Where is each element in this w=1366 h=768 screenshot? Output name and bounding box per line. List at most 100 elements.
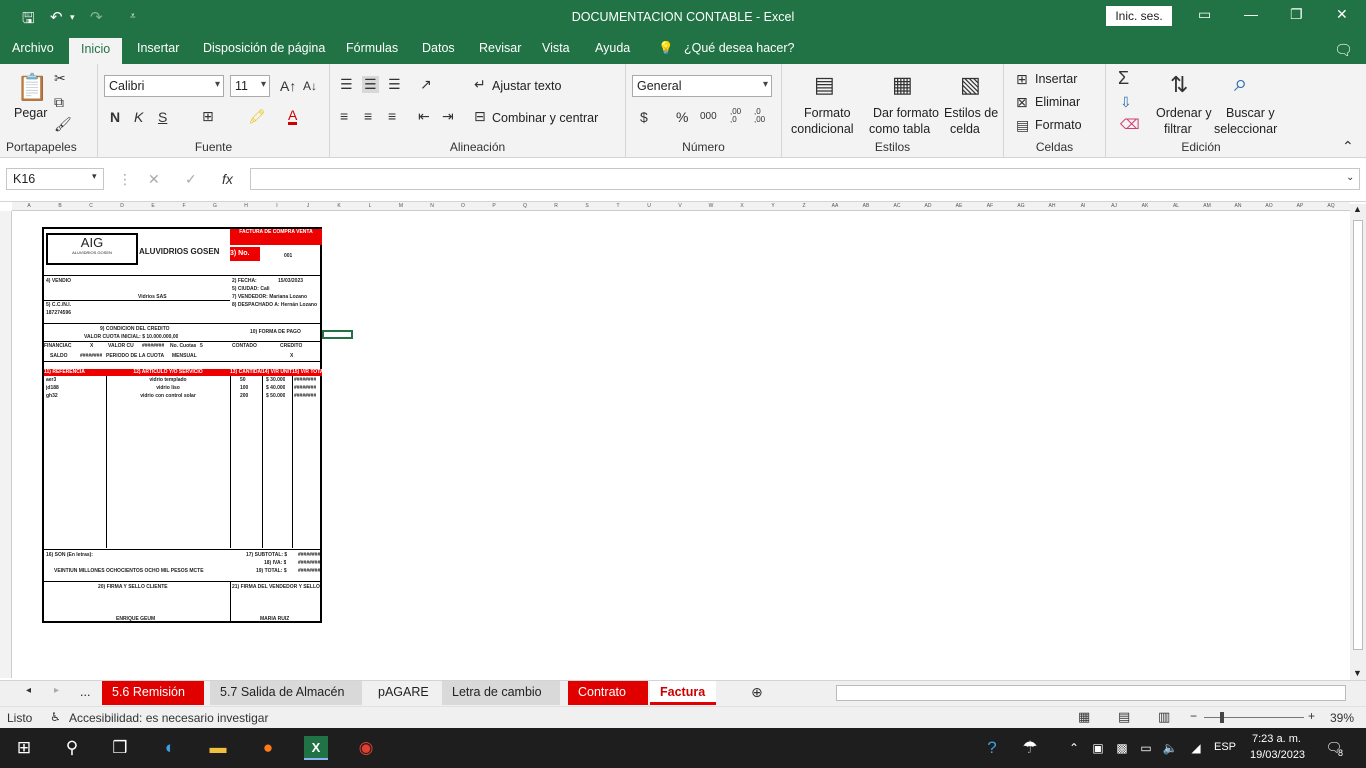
meet-icon[interactable]: ▣ xyxy=(1086,736,1110,760)
column-header[interactable]: AB xyxy=(861,203,871,209)
sort-filter-label[interactable]: Ordenar y xyxy=(1156,106,1212,120)
scroll-down-icon[interactable]: ▼ xyxy=(1353,668,1362,678)
currency-button[interactable]: $ xyxy=(640,109,648,125)
comma-style-button[interactable]: 000 xyxy=(700,111,717,122)
tab-vista[interactable]: Vista xyxy=(542,41,570,55)
column-header[interactable]: S xyxy=(582,203,592,209)
column-header[interactable]: AK xyxy=(1140,203,1150,209)
column-header[interactable]: AH xyxy=(1047,203,1057,209)
cell-styles-label-2[interactable]: celda xyxy=(950,122,980,136)
increase-decimal-button[interactable]: ,00 ,0 xyxy=(730,108,748,124)
vertical-scrollbar[interactable]: ▲ ▼ xyxy=(1350,204,1366,680)
zoom-out-icon[interactable]: − xyxy=(1190,709,1197,723)
clock-date[interactable]: 19/03/2023 xyxy=(1250,749,1305,761)
column-header[interactable]: A xyxy=(24,203,34,209)
selected-cell[interactable] xyxy=(322,330,353,339)
column-header[interactable]: R xyxy=(551,203,561,209)
column-header[interactable]: L xyxy=(365,203,375,209)
column-header[interactable]: AQ xyxy=(1326,203,1336,209)
tell-me-search[interactable]: ¿Qué desea hacer? xyxy=(684,41,795,55)
search-icon[interactable]: ⚲ xyxy=(60,736,84,760)
sheet-tab-more[interactable]: ... xyxy=(70,681,100,705)
borders-icon[interactable]: ⊞ xyxy=(202,108,214,125)
sort-filter-label-2[interactable]: filtrar xyxy=(1164,122,1192,136)
scroll-up-icon[interactable]: ▲ xyxy=(1353,204,1362,214)
language[interactable]: ESP xyxy=(1214,741,1236,753)
column-header[interactable]: M xyxy=(396,203,406,209)
page-layout-icon[interactable]: ▤ xyxy=(1118,709,1130,725)
normal-view-icon[interactable]: ▦ xyxy=(1078,709,1090,725)
column-header[interactable]: B xyxy=(55,203,65,209)
wifi-icon[interactable]: ◢ xyxy=(1184,736,1208,760)
column-header[interactable]: Y xyxy=(768,203,778,209)
column-header[interactable]: V xyxy=(675,203,685,209)
insert-cells-button[interactable]: Insertar xyxy=(1035,72,1077,86)
find-select-label[interactable]: Buscar y xyxy=(1226,106,1275,120)
name-box[interactable]: K16 xyxy=(6,168,104,190)
underline-button[interactable]: S xyxy=(158,109,167,125)
ribbon-display-icon[interactable]: ▭ xyxy=(1198,6,1211,23)
clear-icon[interactable]: ⌫ xyxy=(1120,116,1140,133)
column-header[interactable]: AP xyxy=(1295,203,1305,209)
conditional-format-label-2[interactable]: condicional xyxy=(791,122,854,136)
sign-in-button[interactable]: Inic. ses. xyxy=(1106,6,1172,26)
column-header[interactable]: G xyxy=(210,203,220,209)
decrease-decimal-button[interactable]: ,0 ,00 xyxy=(754,108,772,124)
clock-time[interactable]: 7:23 a. m. xyxy=(1252,733,1301,745)
windows-start-icon[interactable]: ⊞ xyxy=(12,736,36,760)
task-view-icon[interactable]: ❒ xyxy=(108,736,132,760)
column-header[interactable]: AA xyxy=(830,203,840,209)
column-header[interactable]: AL xyxy=(1171,203,1181,209)
minimize-icon[interactable]: — xyxy=(1244,6,1258,22)
volume-icon[interactable]: 🔈 xyxy=(1158,736,1182,760)
next-sheet-icon[interactable]: ▸ xyxy=(54,685,59,696)
tab-revisar[interactable]: Revisar xyxy=(479,41,521,55)
format-table-label-2[interactable]: como tabla xyxy=(869,122,930,136)
column-header[interactable]: AJ xyxy=(1109,203,1119,209)
column-header[interactable]: Z xyxy=(799,203,809,209)
zoom-slider[interactable] xyxy=(1204,717,1304,718)
collapse-ribbon-icon[interactable]: ⌃ xyxy=(1342,138,1354,155)
column-header[interactable]: J xyxy=(303,203,313,209)
column-header[interactable]: W xyxy=(706,203,716,209)
column-header[interactable]: AE xyxy=(954,203,964,209)
italic-button[interactable]: K xyxy=(134,109,143,125)
column-header[interactable]: AD xyxy=(923,203,933,209)
autosum-icon[interactable]: Σ xyxy=(1118,68,1129,89)
paste-button[interactable]: Pegar xyxy=(14,106,47,120)
column-header[interactable]: H xyxy=(241,203,251,209)
camera-icon[interactable]: ▩ xyxy=(1110,736,1134,760)
column-header[interactable]: X xyxy=(737,203,747,209)
align-right-icon[interactable]: ≡ xyxy=(388,108,396,124)
column-header[interactable]: E xyxy=(148,203,158,209)
copy-icon[interactable]: ⧉ xyxy=(54,94,64,111)
name-box-dropdown-icon[interactable]: ▾ xyxy=(92,171,97,182)
cell-styles-label[interactable]: Estilos de xyxy=(944,106,998,120)
align-left-icon[interactable]: ≡ xyxy=(340,108,348,124)
formula-input[interactable] xyxy=(250,168,1360,190)
find-select-label-2[interactable]: seleccionar xyxy=(1214,122,1277,136)
tab-disposicion[interactable]: Disposición de página xyxy=(203,41,325,55)
column-header[interactable]: AF xyxy=(985,203,995,209)
column-header[interactable]: P xyxy=(489,203,499,209)
column-header[interactable]: K xyxy=(334,203,344,209)
decrease-indent-icon[interactable]: ⇤ xyxy=(418,108,430,125)
column-header[interactable]: F xyxy=(179,203,189,209)
chrome-icon[interactable]: ◉ xyxy=(354,736,378,760)
sheet-tab-salida[interactable]: 5.7 Salida de Almacén xyxy=(210,681,362,705)
restore-icon[interactable]: ❐ xyxy=(1290,6,1303,23)
font-color-icon[interactable]: A xyxy=(288,108,298,125)
comments-icon[interactable]: 🗨 xyxy=(1334,41,1353,59)
prev-sheet-icon[interactable]: ◂ xyxy=(26,685,31,696)
align-top-icon[interactable]: ☰ xyxy=(340,76,353,93)
zoom-in-icon[interactable]: + xyxy=(1308,709,1315,723)
bold-button[interactable]: N xyxy=(110,109,120,125)
font-size-combo[interactable]: 11 xyxy=(230,75,270,97)
delete-cells-button[interactable]: Eliminar xyxy=(1035,95,1080,109)
merge-center-button[interactable]: Combinar y centrar xyxy=(492,111,598,125)
file-explorer-icon[interactable]: ▬ xyxy=(206,736,230,760)
fill-color-icon[interactable]: 🖍 xyxy=(248,108,266,125)
sheet-tab-pagare[interactable]: pAGARE xyxy=(368,681,439,705)
shrink-font-icon[interactable]: A↓ xyxy=(303,79,317,93)
column-header[interactable]: D xyxy=(117,203,127,209)
